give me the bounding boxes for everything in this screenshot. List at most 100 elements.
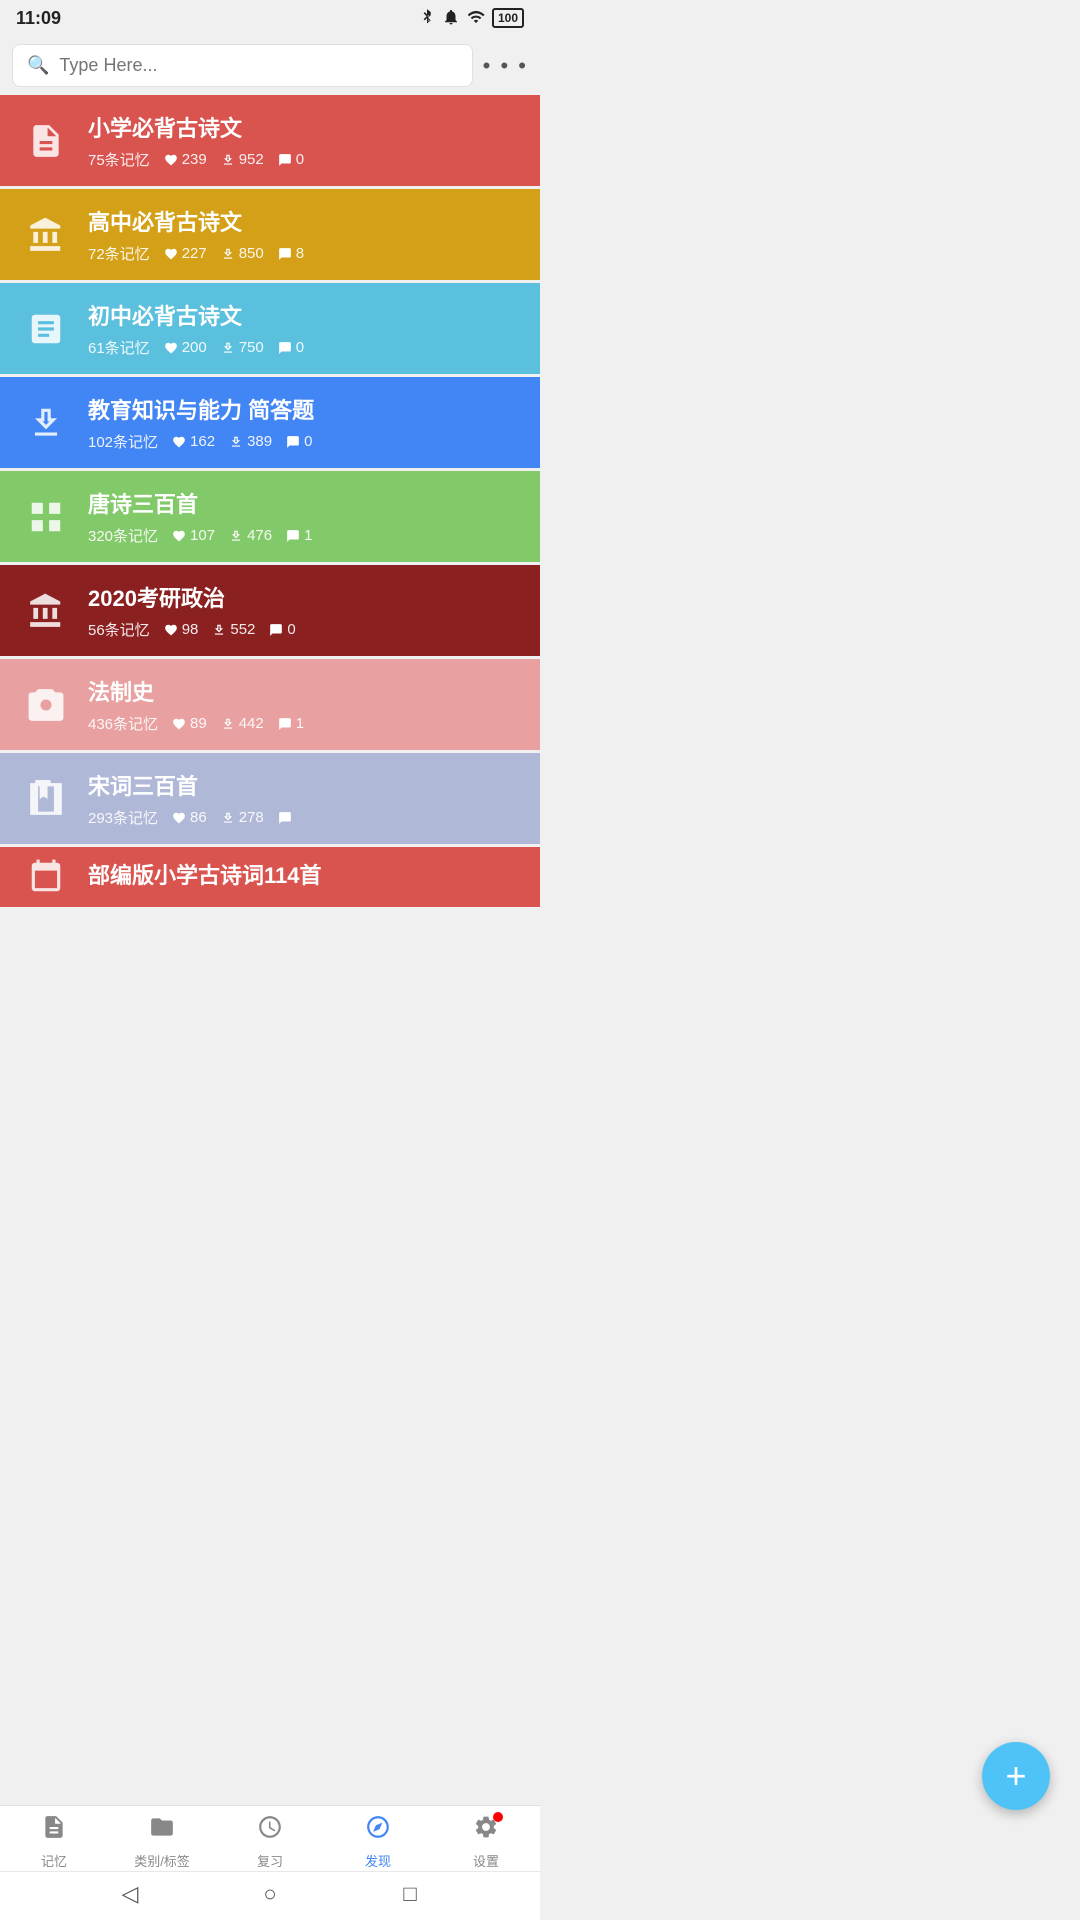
gesture-bar: ◁ ○ □: [0, 1871, 540, 1920]
discover-nav-label: 发现: [365, 1851, 391, 1870]
memory-nav-label: 记忆: [41, 1851, 67, 1870]
plus-icon: +: [1005, 1755, 1026, 1797]
card-downloads: 750: [221, 339, 264, 356]
card-list: 小学必背古诗文 75条记忆 239 952 0 高中必背古诗文: [0, 95, 540, 910]
card-likes: 200: [164, 339, 207, 356]
review-nav-label: 复习: [257, 1851, 283, 1870]
nav-item-settings[interactable]: 设置: [446, 1814, 526, 1870]
search-input[interactable]: [59, 55, 457, 76]
card-count: 75条记忆: [88, 149, 150, 170]
add-button[interactable]: +: [982, 1742, 1050, 1810]
card-icon: [18, 849, 74, 905]
card-icon: [18, 395, 74, 451]
wifi-icon: [466, 8, 486, 29]
card-content: 唐诗三百首 320条记忆 107 476 1: [88, 487, 522, 546]
card-content: 2020考研政治 56条记忆 98 552 0: [88, 581, 522, 640]
card-likes: 162: [172, 433, 215, 450]
card-content: 教育知识与能力 简答题 102条记忆 162 389 0: [88, 393, 522, 452]
list-item[interactable]: 教育知识与能力 简答题 102条记忆 162 389 0: [0, 377, 540, 468]
card-comments: 1: [286, 527, 312, 544]
search-icon: 🔍: [27, 55, 49, 76]
card-count: 102条记忆: [88, 431, 158, 452]
card-content: 宋词三百首 293条记忆 86 278: [88, 769, 522, 828]
list-item[interactable]: 高中必背古诗文 72条记忆 227 850 8: [0, 189, 540, 280]
card-downloads: 278: [221, 809, 264, 826]
card-likes: 86: [172, 809, 207, 826]
card-comments: 0: [278, 151, 304, 168]
card-comments: 0: [286, 433, 312, 450]
list-item[interactable]: 唐诗三百首 320条记忆 107 476 1: [0, 471, 540, 562]
card-title: 小学必背古诗文: [88, 111, 522, 143]
home-button[interactable]: ○: [256, 1880, 284, 1908]
recents-button[interactable]: □: [396, 1880, 424, 1908]
card-likes: 89: [172, 715, 207, 732]
discover-nav-icon: [365, 1814, 391, 1847]
card-downloads: 552: [212, 621, 255, 638]
back-button[interactable]: ◁: [116, 1880, 144, 1908]
bluetooth-icon: [418, 8, 436, 29]
card-content: 法制史 436条记忆 89 442 1: [88, 675, 522, 734]
settings-nav-label: 设置: [473, 1851, 499, 1870]
card-title: 初中必背古诗文: [88, 299, 522, 331]
card-likes: 98: [164, 621, 199, 638]
card-icon: [18, 113, 74, 169]
card-meta: 293条记忆 86 278: [88, 807, 522, 828]
card-count: 56条记忆: [88, 619, 150, 640]
nav-item-category[interactable]: 类别/标签: [122, 1814, 202, 1870]
review-nav-icon: [257, 1814, 283, 1847]
card-comments: 0: [269, 621, 295, 638]
settings-nav-icon: [473, 1814, 499, 1847]
card-meta: 320条记忆 107 476 1: [88, 525, 522, 546]
card-title: 部编版小学古诗词114首: [88, 858, 522, 890]
card-icon: [18, 771, 74, 827]
card-count: 61条记忆: [88, 337, 150, 358]
card-count: 72条记忆: [88, 243, 150, 264]
card-content: 高中必背古诗文 72条记忆 227 850 8: [88, 205, 522, 264]
list-item[interactable]: 部编版小学古诗词114首: [0, 847, 540, 907]
list-item[interactable]: 法制史 436条记忆 89 442 1: [0, 659, 540, 750]
card-count: 320条记忆: [88, 525, 158, 546]
list-item[interactable]: 小学必背古诗文 75条记忆 239 952 0: [0, 95, 540, 186]
list-item[interactable]: 初中必背古诗文 61条记忆 200 750 0: [0, 283, 540, 374]
card-meta: 61条记忆 200 750 0: [88, 337, 522, 358]
card-icon: [18, 207, 74, 263]
status-bar: 11:09 100: [0, 0, 540, 36]
list-item[interactable]: 2020考研政治 56条记忆 98 552 0: [0, 565, 540, 656]
card-title: 唐诗三百首: [88, 487, 522, 519]
card-title: 2020考研政治: [88, 581, 522, 613]
card-title: 教育知识与能力 简答题: [88, 393, 522, 425]
card-icon: [18, 489, 74, 545]
card-meta: 102条记忆 162 389 0: [88, 431, 522, 452]
more-options-button[interactable]: • • •: [483, 53, 528, 79]
card-likes: 239: [164, 151, 207, 168]
nav-item-memory[interactable]: 记忆: [14, 1814, 94, 1870]
card-title: 法制史: [88, 675, 522, 707]
nav-item-review[interactable]: 复习: [230, 1814, 310, 1870]
card-title: 高中必背古诗文: [88, 205, 522, 237]
card-count: 436条记忆: [88, 713, 158, 734]
nav-item-discover[interactable]: 发现: [338, 1814, 418, 1870]
search-input-wrapper[interactable]: 🔍: [12, 44, 473, 87]
search-bar: 🔍 • • •: [0, 36, 540, 95]
card-comments: [278, 811, 292, 825]
card-icon: [18, 583, 74, 639]
card-likes: 107: [172, 527, 215, 544]
battery-icon: 100: [492, 8, 524, 28]
card-meta: 56条记忆 98 552 0: [88, 619, 522, 640]
card-meta: 72条记忆 227 850 8: [88, 243, 522, 264]
card-downloads: 952: [221, 151, 264, 168]
card-title: 宋词三百首: [88, 769, 522, 801]
card-count: 293条记忆: [88, 807, 158, 828]
list-item[interactable]: 宋词三百首 293条记忆 86 278: [0, 753, 540, 844]
card-downloads: 442: [221, 715, 264, 732]
card-downloads: 389: [229, 433, 272, 450]
card-downloads: 850: [221, 245, 264, 262]
card-content: 部编版小学古诗词114首: [88, 858, 522, 896]
card-comments: 8: [278, 245, 304, 262]
category-nav-label: 类别/标签: [134, 1851, 190, 1870]
notification-icon: [442, 8, 460, 29]
card-meta: 436条记忆 89 442 1: [88, 713, 522, 734]
card-icon: [18, 301, 74, 357]
card-comments: 0: [278, 339, 304, 356]
memory-nav-icon: [41, 1814, 67, 1847]
